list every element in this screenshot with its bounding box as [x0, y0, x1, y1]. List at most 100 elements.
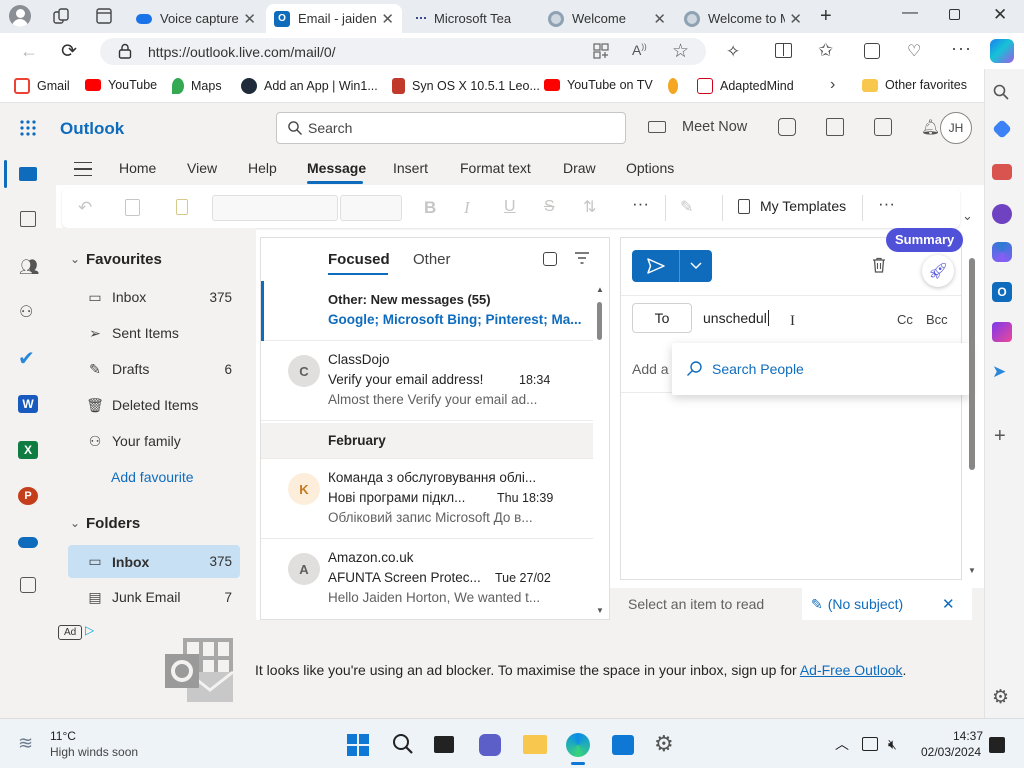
notification-center-icon[interactable]	[989, 737, 1005, 753]
meet-now-label[interactable]: Meet Now	[682, 119, 747, 135]
taskbar-search-icon[interactable]	[392, 733, 414, 755]
workspaces-icon[interactable]	[52, 7, 70, 25]
more-options-icon[interactable]: ···	[878, 194, 895, 214]
cc-button[interactable]: Cc	[897, 312, 913, 327]
bookmark-gmail[interactable]: Gmail	[14, 78, 70, 94]
favorite-star-icon[interactable]: ☆	[672, 40, 689, 63]
close-draft-icon[interactable]: ✕	[942, 595, 955, 613]
close-tab-icon[interactable]: ✕	[789, 10, 802, 28]
scroll-up-icon[interactable]: ▲	[596, 285, 604, 294]
todo-icon[interactable]: ✔	[18, 346, 35, 371]
bookmark-youtube-tv[interactable]: YouTube on TV	[544, 78, 653, 92]
tab-options[interactable]: Options	[626, 160, 674, 176]
clock-date[interactable]: 02/03/2024	[921, 745, 981, 759]
weather-desc[interactable]: High winds soon	[50, 745, 138, 759]
compose-scrollbar[interactable]	[969, 258, 975, 470]
format-painter-icon[interactable]	[176, 199, 188, 215]
bcc-button[interactable]: Bcc	[926, 312, 948, 327]
browser-tab-teams[interactable]: Microsoft Tea	[404, 4, 538, 33]
start-button[interactable]	[347, 734, 369, 756]
undo-icon[interactable]: ↶	[78, 198, 92, 218]
weather-icon[interactable]: ≋	[18, 733, 33, 754]
favourite-sent-items[interactable]: ➢ Sent Items	[68, 317, 240, 349]
outlook-brand[interactable]: Outlook	[60, 119, 124, 139]
back-button[interactable]: ←	[20, 41, 38, 62]
folder-inbox[interactable]: ▭ Inbox 375	[68, 545, 240, 578]
tab-format-text[interactable]: Format text	[460, 160, 531, 176]
close-tab-icon[interactable]: ✕	[653, 10, 666, 28]
tab-insert[interactable]: Insert	[393, 160, 428, 176]
tab-actions-icon[interactable]	[95, 7, 113, 25]
browser-tab-email[interactable]: O Email - jaiden ✕	[266, 4, 402, 33]
bold-icon[interactable]: B	[424, 198, 436, 218]
sidebar-search-icon[interactable]	[992, 83, 1010, 101]
more-menu-icon[interactable]: ···	[951, 38, 972, 59]
copilot-rocket-icon[interactable]: 🚀︎	[922, 255, 954, 287]
sidebar-designer-icon[interactable]	[992, 322, 1012, 342]
folders-chevron-icon[interactable]: ⌄	[70, 516, 80, 530]
select-mode-icon[interactable]	[543, 252, 557, 266]
favourite-your-family[interactable]: ⚇ Your family	[68, 425, 240, 457]
strikethrough-icon[interactable]: S	[544, 198, 555, 216]
font-family-select[interactable]	[212, 195, 338, 221]
scroll-down-icon[interactable]: ▼	[596, 606, 604, 615]
folders-header[interactable]: Folders	[86, 515, 140, 532]
bookmark-add-an-app[interactable]: Add an App | Win1...	[241, 78, 378, 94]
styles-icon[interactable]: ✎	[680, 197, 693, 217]
to-button[interactable]: To	[632, 303, 692, 333]
minimize-button[interactable]: —	[902, 4, 918, 22]
other-messages-summary[interactable]: Other: New messages (55) Google; Microso…	[261, 281, 593, 341]
tab-help[interactable]: Help	[248, 160, 277, 176]
bookmark-maps[interactable]: Maps	[172, 78, 222, 94]
app-launcher-icon[interactable]	[19, 119, 37, 137]
hamburger-icon[interactable]	[74, 162, 92, 176]
people-icon[interactable]: 👥︎	[19, 257, 39, 277]
italic-icon[interactable]: I	[464, 198, 470, 218]
subject-input[interactable]: Add a	[632, 361, 669, 377]
notes-icon[interactable]	[874, 118, 892, 136]
filter-icon[interactable]	[574, 252, 590, 264]
tray-audio-muted-icon[interactable]: 🔇︎	[888, 736, 897, 753]
sidebar-outlook-icon[interactable]: O	[992, 282, 1012, 302]
bookmark-syn-os[interactable]: Syn OS X 10.5.1 Leo...	[392, 78, 540, 94]
read-aloud-icon[interactable]: A))	[632, 42, 647, 58]
font-size-select[interactable]	[340, 195, 402, 221]
maximize-button[interactable]	[949, 9, 960, 20]
ad-free-outlook-link[interactable]: Ad-Free Outlook	[800, 662, 903, 678]
to-input[interactable]: unschedul	[703, 310, 769, 326]
summary-badge[interactable]: Summary	[886, 228, 964, 252]
word-icon[interactable]: W	[18, 395, 38, 413]
bookmark-youtube[interactable]: YouTube	[85, 78, 157, 92]
favorites-icon[interactable]: ✩	[818, 40, 833, 61]
close-window-button[interactable]: ✕	[993, 5, 1007, 25]
tab-view[interactable]: View	[187, 160, 217, 176]
file-explorer-icon[interactable]	[523, 735, 547, 754]
chevron-right-icon[interactable]: ›	[830, 76, 835, 94]
tab-draw[interactable]: Draw	[563, 160, 596, 176]
teams-icon[interactable]	[778, 118, 796, 136]
close-tab-icon[interactable]: ✕	[381, 10, 394, 28]
compose-scroll-down-icon[interactable]: ▼	[968, 566, 976, 575]
tab-message[interactable]: Message	[307, 160, 366, 176]
sidebar-m365-icon[interactable]	[992, 242, 1012, 262]
sidebar-send-icon[interactable]: ➤	[992, 362, 1012, 382]
favourite-deleted-items[interactable]: 🗑︎ Deleted Items	[68, 389, 240, 421]
split-screen-icon[interactable]	[775, 43, 792, 58]
favourite-drafts[interactable]: ✎ Drafts 6	[68, 353, 240, 385]
sidebar-add-icon[interactable]: +	[994, 425, 1006, 448]
excel-icon[interactable]: X	[18, 441, 38, 459]
add-favourite-link[interactable]: Add favourite	[111, 469, 194, 485]
close-tab-icon[interactable]: ✕	[243, 10, 256, 28]
powerpoint-icon[interactable]: P	[18, 487, 38, 505]
more-apps-icon[interactable]	[20, 577, 36, 593]
calendar-icon[interactable]	[20, 211, 36, 227]
sidebar-settings-icon[interactable]: ⚙	[992, 686, 1009, 709]
copilot-icon[interactable]	[990, 39, 1014, 63]
sidebar-games-icon[interactable]	[992, 204, 1012, 224]
search-people-option[interactable]: Search People	[686, 360, 804, 377]
bookmark-coin[interactable]	[668, 78, 685, 94]
other-favorites[interactable]: Other favorites	[862, 78, 967, 92]
draft-tab-no-subject[interactable]: ✎ (No subject) ✕	[802, 588, 972, 620]
collapse-ribbon-icon[interactable]: ⌄	[962, 208, 973, 224]
list-scrollbar[interactable]	[597, 302, 602, 340]
